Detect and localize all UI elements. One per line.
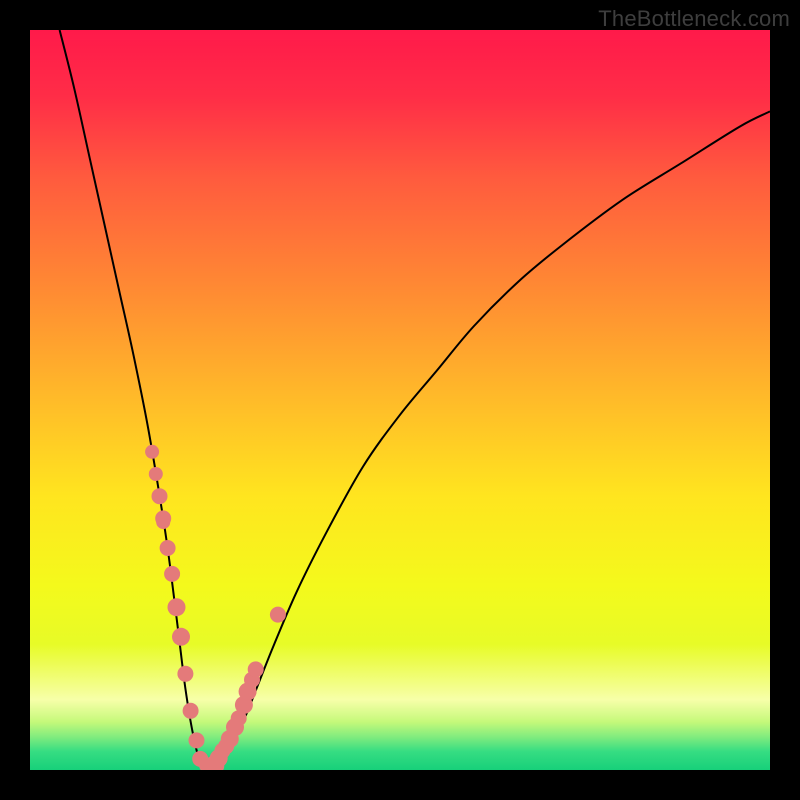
highlighted-points: [145, 445, 286, 770]
chart-frame: TheBottleneck.com: [0, 0, 800, 800]
chart-svg: [30, 30, 770, 770]
data-point: [149, 467, 163, 481]
data-point: [248, 661, 264, 677]
data-point: [270, 607, 286, 623]
data-point: [145, 445, 159, 459]
data-point: [160, 540, 176, 556]
data-point: [152, 488, 168, 504]
data-point: [164, 566, 180, 582]
data-point: [172, 628, 190, 646]
bottleneck-curve: [60, 30, 770, 770]
data-point: [168, 598, 186, 616]
watermark-text: TheBottleneck.com: [598, 6, 790, 32]
data-point: [183, 703, 199, 719]
plot-area: [30, 30, 770, 770]
data-point: [156, 515, 170, 529]
data-point: [189, 732, 205, 748]
data-point: [177, 666, 193, 682]
